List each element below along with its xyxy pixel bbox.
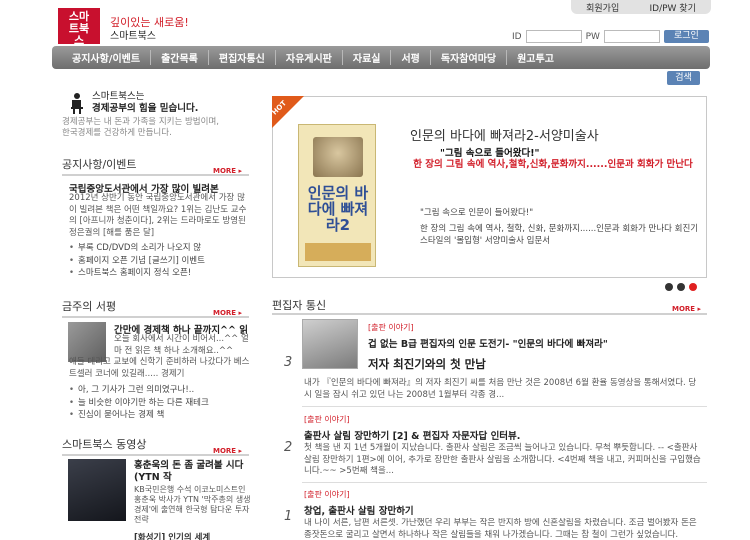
logo[interactable]: 스마 트북 스 — [58, 8, 100, 47]
book-cover-strip — [305, 243, 371, 261]
signup-link[interactable]: 회원가입 — [586, 1, 619, 14]
author-photo[interactable] — [302, 319, 358, 369]
list-item[interactable]: 아, 그 기사가 그런 의미였구나!.. — [69, 384, 209, 397]
reader-icon — [71, 93, 83, 114]
featured-title[interactable]: 인문의 바다에 빠져라2-서양미술사 — [410, 125, 599, 144]
carousel-dot-active[interactable] — [689, 283, 697, 291]
nav-readers[interactable]: 독자참여마당 — [431, 50, 508, 65]
id-input[interactable] — [525, 30, 582, 43]
nav-board[interactable]: 자유게시판 — [276, 50, 343, 65]
pw-input[interactable] — [603, 30, 660, 43]
item-number: 2 — [284, 440, 293, 455]
carousel-dot[interactable] — [677, 283, 685, 291]
list-item[interactable]: 스마트북스 홈페이지 정식 오픈! — [69, 267, 205, 280]
login-form: ID PW 로그인 — [512, 30, 709, 43]
review-title: 금주의 서평 — [62, 300, 117, 313]
video-title: 스마트북스 동영상 — [62, 438, 147, 451]
intro-line-2: 경제공부의 힘을 믿습니다. — [92, 103, 199, 114]
list-item[interactable]: 부록 CD/DVD의 소리가 나오지 않 — [69, 242, 205, 255]
item-category: [출판 이야기] — [304, 415, 350, 424]
nav-books[interactable]: 출간목록 — [151, 50, 209, 65]
intro-sub: 경제공부는 내 돈과 가족을 지키는 방법이며, 한국경제를 건강하게 만듭니다… — [62, 117, 262, 139]
intro-sub-1: 경제공부는 내 돈과 가족을 지키는 방법이며, — [62, 117, 219, 127]
featured-subtitle: "그림 속으로 들어왔다!" — [440, 148, 540, 159]
notice-body: 2012년 상반기 동안 국립중앙도서관에서 가장 많이 빌려본 책은 어떤 책… — [69, 193, 247, 238]
book-cover-image — [313, 137, 363, 177]
list-item[interactable]: 홈페이지 오픈 기념 [글쓰기] 이벤트 — [69, 255, 205, 268]
item-separator — [302, 482, 707, 483]
notice-title: 공지사항/이벤트 — [62, 158, 137, 171]
review-body: 오늘 회사에서 시간이 비어서...^^ 얼마 전 읽은 책 하나 소개해요..… — [114, 334, 249, 356]
login-button[interactable]: 로그인 — [663, 30, 709, 43]
list-item[interactable]: 늘 비슷한 이야기만 하는 다른 재테크 — [69, 397, 209, 410]
review-divider — [62, 316, 249, 318]
nav-reviews[interactable]: 서평 — [391, 50, 431, 65]
item-body: 내 나이 서른, 남편 서른셋. 가난했던 우리 부부는 작은 반지하 방에 신… — [304, 518, 697, 540]
pw-label: PW — [585, 31, 600, 42]
id-label: ID — [512, 31, 522, 42]
carousel-dots — [665, 283, 697, 291]
featured-quote: "그림 속으로 인문이 들어왔다!" — [420, 208, 534, 218]
main-nav: 공지사항/이벤트 출간목록 편집자통신 자유게시판 자료실 서평 독자참여마당 … — [52, 46, 710, 69]
intro-line-1: 스마트북스는 — [92, 91, 145, 102]
item-number: 3 — [284, 355, 293, 370]
item-body: 내가 『인문의 바다에 빠져라』의 저자 최진기 씨를 처음 만난 것은 200… — [304, 378, 697, 400]
item-number: 1 — [284, 509, 293, 524]
review-list: 아, 그 기사가 그런 의미였구나!.. 늘 비슷한 이야기만 하는 다른 재테… — [69, 384, 209, 422]
editor-news-more-link[interactable]: MORE ▸ — [672, 305, 701, 313]
video-divider — [62, 454, 249, 456]
editor-news-divider — [272, 313, 707, 315]
nav-files[interactable]: 자료실 — [343, 50, 392, 65]
search-button[interactable]: 검색 — [667, 71, 700, 85]
item-title[interactable]: 겁 없는 B급 편집자의 인문 도전기- "인문의 바다에 빠져라" — [368, 336, 703, 350]
carousel-dot[interactable] — [665, 283, 673, 291]
video-body: KB국민은행 수석 이코노미스트인 홍춘욱 박사가 YTN '막주총의 생생경제… — [134, 485, 251, 524]
item-body: 첫 책을 낸 지 1년 5개월이 지났습니다. 출판사 살림은 조금씩 늘어나고… — [304, 443, 701, 476]
item-separator — [302, 406, 707, 407]
book-cover-title: 인문의 바다에 빠져라2 — [307, 184, 369, 234]
top-links: 회원가입 ID/PW 찾기 — [571, 0, 711, 14]
featured-description: 한 장의 그림 속에 역사, 철학, 신화, 문화까지......인문과 회화가… — [420, 224, 699, 246]
video-headline[interactable]: 홍춘욱의 돈 좀 굴려볼 시다(YTN 작 — [134, 460, 254, 484]
notice-list: 부록 CD/DVD의 소리가 나오지 않 홈페이지 오픈 기념 [글쓰기] 이벤… — [69, 242, 205, 280]
review-body-2: 애들 데리고 교보에 신학기 준비하러 나갔다가 베스트셀러 코너에 있길래..… — [69, 357, 250, 379]
item-subtitle[interactable]: 저자 최진기와의 첫 만남 — [368, 356, 486, 372]
item-title[interactable]: 창업, 출판사 살림 장만하기 — [304, 503, 414, 517]
list-item[interactable]: 진심이 묻어나는 경제 책 — [69, 409, 209, 422]
nav-notice[interactable]: 공지사항/이벤트 — [62, 50, 152, 65]
item-category: [출판 이야기] — [304, 490, 350, 499]
intro-headline: 스마트북스는 경제공부의 힘을 믿습니다. — [92, 91, 198, 115]
find-id-pw-link[interactable]: ID/PW 찾기 — [650, 1, 696, 14]
book-cover[interactable]: 인문의 바다에 빠져라2 — [298, 124, 376, 267]
review-thumbnail[interactable] — [68, 322, 106, 362]
intro-sub-2: 한국경제를 건강하게 만듭니다. — [62, 128, 172, 138]
editor-news-title: 편집자 통신 — [272, 299, 327, 312]
item-category: [출판 이야기] — [368, 323, 414, 332]
featured-tagline: 한 장의 그림 속에 역사,철학,신화,문화까지......인문과 회화가 만난… — [413, 159, 693, 170]
video-thumbnail[interactable] — [68, 459, 126, 521]
item-title[interactable]: 출판사 살림 장만하기 [2] & 편집자 자문자답 인터뷰. — [304, 428, 520, 442]
notice-divider — [62, 174, 249, 176]
brand-name: 스마트북스 — [110, 31, 156, 42]
nav-editor[interactable]: 편집자통신 — [209, 50, 276, 65]
nav-submit[interactable]: 원고투고 — [507, 50, 564, 65]
video-next-item[interactable]: [화성기] 인기의 세계 — [134, 531, 210, 540]
